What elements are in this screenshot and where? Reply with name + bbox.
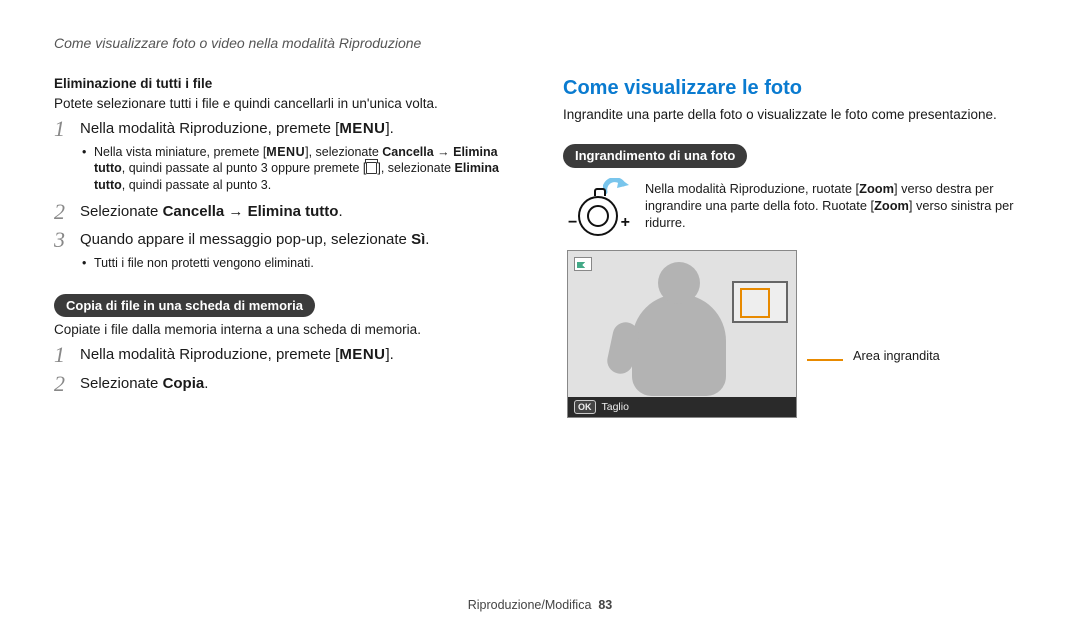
zoom-region-indicator [740, 288, 770, 318]
copy-step-2: 2 Selezionate Copia. [54, 374, 517, 394]
menu-label: MENU [339, 120, 385, 137]
del-step-3-note: Tutti i file non protetti vengono elimin… [80, 255, 517, 272]
minus-icon: − [568, 212, 577, 234]
left-column: Eliminazione di tutti i file Potete sele… [54, 75, 517, 418]
scene-icon [574, 257, 592, 271]
photo-silhouette [614, 262, 734, 397]
del-step-1-note: Nella vista miniature, premete [MENU], s… [80, 144, 517, 195]
right-column: Come visualizzare le foto Ingrandite una… [563, 75, 1026, 418]
callout-leader-line [807, 359, 843, 361]
copy-step-1: 1 Nella modalità Riproduzione, premete [… [54, 345, 517, 365]
camera-screen-figure: OK Taglio [567, 250, 797, 418]
screen-bottom-bar: OK Taglio [568, 397, 796, 417]
step-number: 1 [54, 340, 65, 370]
zoom-section-pill: Ingrandimento di una foto [563, 144, 747, 168]
section-copy-desc: Copiate i file dalla memoria interna a u… [54, 321, 517, 339]
zoom-instructions: Nella modalità Riproduzione, ruotate [Zo… [645, 180, 1026, 232]
navigator-frame [732, 281, 788, 323]
step-text: Nella modalità Riproduzione, premete [ [80, 120, 339, 137]
del-step-2: 2 Selezionate Cancella → Elimina tutto. [54, 202, 517, 222]
page-number: 83 [598, 598, 612, 612]
page-header: Come visualizzare foto o video nella mod… [54, 34, 1026, 53]
crop-label: Taglio [602, 400, 629, 414]
page-footer: Riproduzione/Modifica 83 [0, 597, 1080, 614]
footer-section: Riproduzione/Modifica [468, 598, 592, 612]
menu-label: MENU [266, 145, 305, 159]
step-number: 3 [54, 225, 65, 255]
ok-button-icon: OK [574, 400, 596, 414]
view-photos-subtitle: Ingrandite una parte della foto o visual… [563, 106, 1026, 124]
section-copy-pill: Copia di file in una scheda di memoria [54, 294, 315, 318]
step-number: 2 [54, 197, 65, 227]
step-number: 1 [54, 114, 65, 144]
del-step-3: 3 Quando appare il messaggio pop-up, sel… [54, 230, 517, 271]
trash-icon [366, 162, 377, 174]
dial-icon: − + [578, 196, 618, 236]
del-step-1: 1 Nella modalità Riproduzione, premete [… [54, 119, 517, 194]
view-photos-heading: Come visualizzare le foto [563, 75, 1026, 102]
section-delete-all-title: Eliminazione di tutti i file [54, 75, 517, 93]
section-delete-all-desc: Potete selezionare tutti i file e quindi… [54, 95, 517, 113]
plus-icon: + [621, 212, 630, 234]
step-number: 2 [54, 369, 65, 399]
menu-label: MENU [339, 346, 385, 363]
callout-label: Area ingrandita [853, 347, 940, 364]
zoom-dial-figure: − + [563, 180, 633, 236]
